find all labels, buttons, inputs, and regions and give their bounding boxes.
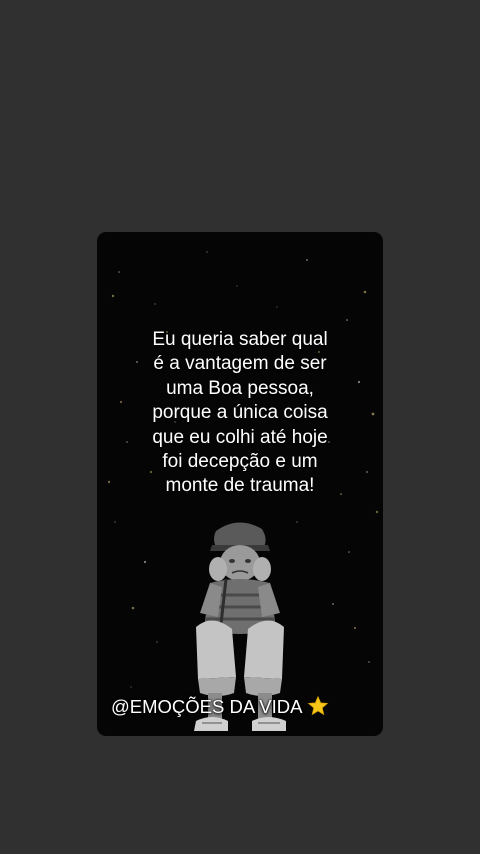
account-handle[interactable]: @EMOÇÕES DA VIDA	[111, 695, 329, 718]
quote-line: Eu queria saber qual	[152, 329, 328, 350]
story-screen: Eu queria saber qual é a vantagem de ser…	[0, 0, 480, 854]
quote-line: foi decepção e um	[162, 451, 318, 473]
quote-line: uma Boa pessoa,	[166, 377, 314, 399]
post-card[interactable]: Eu queria saber qual é a vantagem de ser…	[97, 232, 383, 736]
quote-line: porque a única coisa	[152, 402, 328, 424]
star-emoji-icon	[307, 695, 328, 716]
quote-line: é a vantagem de ser	[153, 353, 327, 375]
account-handle-text: @EMOÇÕES DA VIDA	[111, 696, 303, 717]
quote-line: que eu colhi até hoje	[152, 426, 328, 448]
quote-text: Eu queria saber qual é a vantagem de ser…	[97, 328, 383, 499]
quote-line: monte de trauma!	[165, 475, 315, 497]
